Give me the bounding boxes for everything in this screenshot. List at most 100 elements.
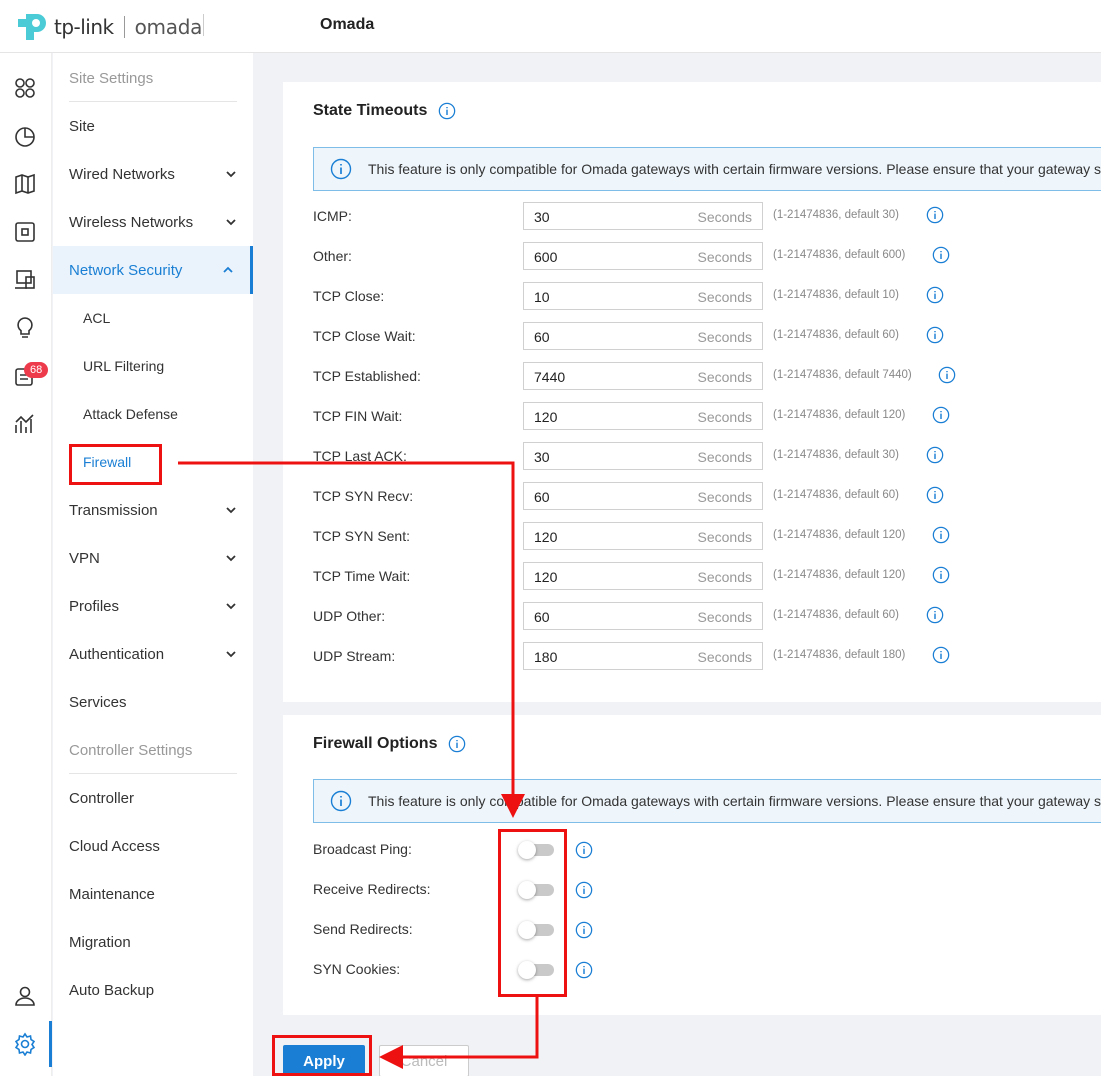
firewall-option-row: Receive Redirects: — [313, 875, 1013, 903]
sidebar-item-profiles[interactable]: Profiles — [53, 582, 253, 630]
timeout-range-hint: (1-21474836, default 600) — [773, 249, 906, 261]
devices-icon[interactable] — [13, 220, 37, 244]
timeout-input[interactable]: 120 Seconds — [523, 402, 763, 430]
chevron-down-icon — [226, 651, 236, 658]
info-icon[interactable] — [938, 366, 956, 384]
info-icon[interactable] — [932, 246, 950, 264]
timeout-unit: Seconds — [697, 569, 752, 585]
sidebar-item-label: Auto Backup — [69, 981, 155, 999]
sidebar-item-maintenance[interactable]: Maintenance — [53, 870, 253, 918]
insight-icon[interactable] — [13, 316, 37, 340]
info-icon[interactable] — [575, 921, 593, 939]
timeout-range-hint: (1-21474836, default 60) — [773, 609, 899, 621]
timeout-input[interactable]: 60 Seconds — [523, 482, 763, 510]
firewall-option-row: Broadcast Ping: — [313, 835, 1013, 863]
timeout-input[interactable]: 600 Seconds — [523, 242, 763, 270]
timeout-input[interactable]: 30 Seconds — [523, 202, 763, 230]
sidebar-item-cloud-access[interactable]: Cloud Access — [53, 822, 253, 870]
reports-icon[interactable] — [13, 412, 37, 436]
sidebar-item-label: Controller — [69, 789, 135, 807]
info-icon[interactable] — [932, 646, 950, 664]
timeout-unit: Seconds — [697, 449, 752, 465]
info-icon[interactable] — [575, 881, 593, 899]
notice-text: This feature is only compatible for Omad… — [368, 793, 1101, 809]
cancel-button[interactable]: Cancel — [379, 1045, 469, 1076]
timeout-input[interactable]: 180 Seconds — [523, 642, 763, 670]
timeout-range-hint: (1-21474836, default 30) — [773, 449, 899, 461]
settings-icon[interactable] — [13, 1032, 37, 1057]
sidebar-item-transmission[interactable]: Transmission — [53, 486, 253, 534]
info-icon[interactable] — [926, 606, 944, 624]
info-icon[interactable] — [926, 446, 944, 464]
timeout-label: TCP Established: — [313, 368, 421, 384]
state-timeouts-title: State Timeouts — [313, 102, 456, 120]
timeout-range-hint: (1-21474836, default 30) — [773, 209, 899, 221]
info-icon[interactable] — [575, 841, 593, 859]
sidebar-group-site-settings: Site Settings — [69, 69, 154, 87]
sidebar-item-site[interactable]: Site — [53, 102, 253, 150]
tplink-omada-logo[interactable]: tp-link omada — [16, 10, 202, 44]
sidebar-item-controller[interactable]: Controller — [53, 774, 253, 822]
card-title-text: State Timeouts — [313, 102, 428, 120]
timeout-input[interactable]: 30 Seconds — [523, 442, 763, 470]
firewall-option-label: Receive Redirects: — [313, 881, 431, 897]
timeout-range-hint: (1-21474836, default 10) — [773, 289, 899, 301]
firewall-option-row: Send Redirects: — [313, 915, 1013, 943]
info-icon[interactable] — [932, 406, 950, 424]
firewall-options-card: Firewall Options This feature is only co… — [283, 715, 1101, 1015]
info-icon[interactable] — [932, 566, 950, 584]
sidebar-item-authentication[interactable]: Authentication — [53, 630, 253, 678]
statistics-icon[interactable] — [13, 124, 37, 148]
timeout-value: 30 — [534, 209, 550, 225]
firewall-option-label: Send Redirects: — [313, 921, 413, 937]
timeout-unit: Seconds — [697, 489, 752, 505]
alert-count-badge: 68 — [24, 362, 49, 378]
info-icon[interactable] — [575, 961, 593, 979]
logo-divider — [123, 16, 125, 38]
info-icon[interactable] — [926, 286, 944, 304]
info-icon[interactable] — [926, 326, 944, 344]
sidebar-item-wireless-networks[interactable]: Wireless Networks — [53, 198, 253, 246]
timeout-value: 10 — [534, 289, 550, 305]
sidebar-item-attack-defense[interactable]: Attack Defense — [53, 390, 253, 438]
timeout-input[interactable]: 60 Seconds — [523, 322, 763, 350]
sidebar-item-label: VPN — [69, 549, 100, 567]
app-title: Omada — [320, 16, 375, 33]
firmware-notice-banner: This feature is only compatible for Omad… — [313, 147, 1101, 191]
timeout-label: Other: — [313, 248, 352, 264]
timeout-input[interactable]: 10 Seconds — [523, 282, 763, 310]
sidebar-item-label: Services — [69, 693, 127, 711]
info-icon[interactable] — [926, 206, 944, 224]
sidebar-item-url-filtering[interactable]: URL Filtering — [53, 342, 253, 390]
timeout-input[interactable]: 120 Seconds — [523, 522, 763, 550]
timeout-label: TCP Last ACK: — [313, 448, 407, 464]
sidebar-item-network-security[interactable]: Network Security — [53, 246, 253, 294]
timeout-unit: Seconds — [697, 409, 752, 425]
info-icon[interactable] — [448, 735, 466, 753]
sidebar-item-wired-networks[interactable]: Wired Networks — [53, 150, 253, 198]
sidebar-item-services[interactable]: Services — [53, 678, 253, 726]
chevron-up-icon — [223, 266, 233, 273]
sidebar-item-vpn[interactable]: VPN — [53, 534, 253, 582]
timeout-row: TCP SYN Sent: 120 Seconds (1-21474836, defa… — [313, 522, 1013, 550]
dashboard-icon[interactable] — [13, 76, 37, 100]
account-icon[interactable] — [13, 984, 37, 1008]
timeout-label: TCP SYN Sent: — [313, 528, 411, 544]
timeout-value: 120 — [534, 529, 558, 545]
timeout-row: TCP FIN Wait: 120 Seconds (1-21474836, defa… — [313, 402, 1013, 430]
timeout-input[interactable]: 120 Seconds — [523, 562, 763, 590]
timeout-input[interactable]: 60 Seconds — [523, 602, 763, 630]
clients-icon[interactable] — [13, 268, 37, 292]
timeout-row: UDP Other: 60 Seconds (1-21474836, default … — [313, 602, 1013, 630]
info-icon[interactable] — [932, 526, 950, 544]
timeout-value: 60 — [534, 489, 550, 505]
info-icon[interactable] — [438, 102, 456, 120]
brand-omada: omada — [134, 15, 203, 39]
chevron-down-icon — [226, 507, 236, 514]
sidebar-item-acl[interactable]: ACL — [53, 294, 253, 342]
timeout-input[interactable]: 7440 Seconds — [523, 362, 763, 390]
sidebar-item-migration[interactable]: Migration — [53, 918, 253, 966]
sidebar-item-auto-backup[interactable]: Auto Backup — [53, 966, 253, 1014]
info-icon[interactable] — [926, 486, 944, 504]
map-icon[interactable] — [13, 172, 37, 196]
